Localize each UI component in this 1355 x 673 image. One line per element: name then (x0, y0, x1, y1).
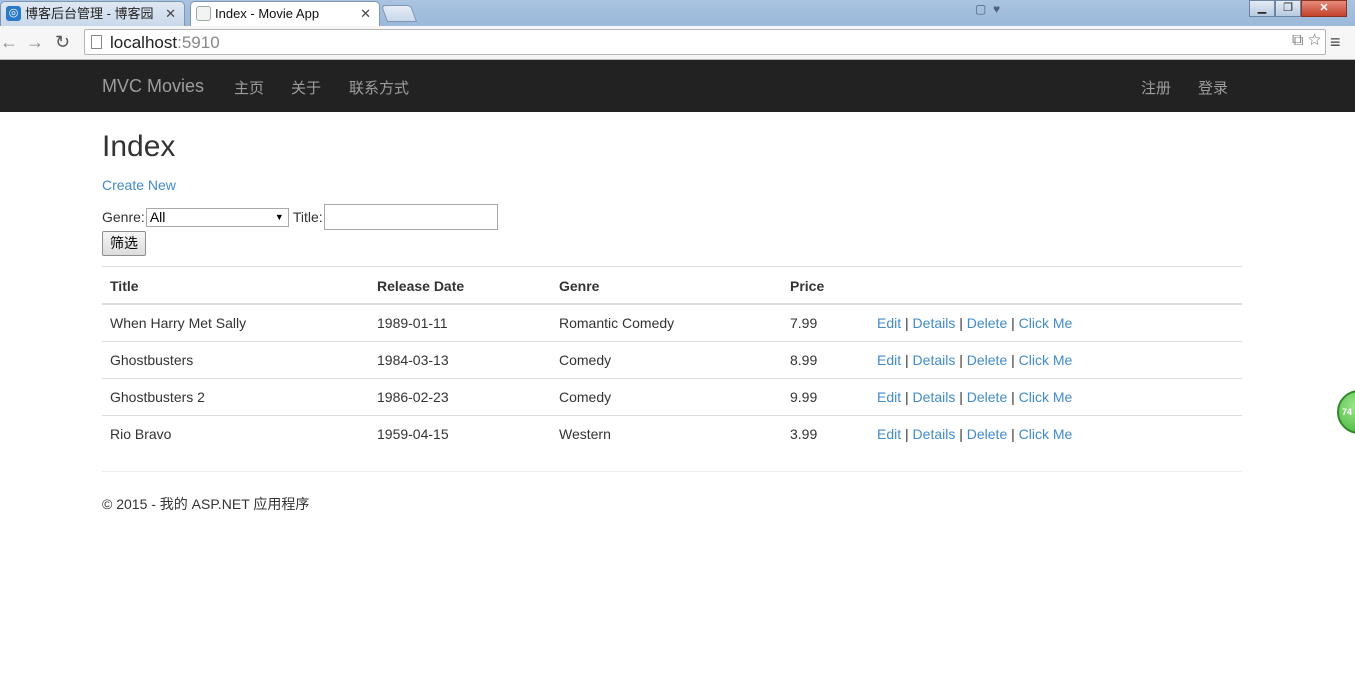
reload-icon[interactable]: ↻ (55, 32, 70, 52)
cell-actions: Edit | Details | Delete | Click Me (877, 315, 1073, 331)
table-row: When Harry Met Sally 1989-01-11 Romantic… (102, 304, 1242, 342)
address-bar[interactable]: localhost:5910 ⧉ ☆ (84, 29, 1326, 55)
details-link[interactable]: Details (913, 426, 956, 442)
browser-tabstrip: ◎ 博客后台管理 - 博客园 ✕ Index - Movie App ✕ ▢ ♥… (0, 0, 1355, 26)
edit-link[interactable]: Edit (877, 352, 901, 368)
table-row: Rio Bravo 1959-04-15 Western 3.99 Edit |… (102, 415, 1242, 452)
tab-label: 博客后台管理 - 博客园 (25, 6, 154, 21)
cell-release-date: 1989-01-11 (377, 315, 448, 331)
window-controls: ▁ ❐ ✕ (1249, 0, 1347, 18)
tab-label: Index - Movie App (215, 6, 320, 21)
header-release-date: Release Date (369, 266, 551, 305)
cell-actions: Edit | Details | Delete | Click Me (869, 415, 1242, 452)
page-icon (196, 6, 211, 21)
click-me-link[interactable]: Click Me (1019, 426, 1073, 442)
minimize-button[interactable]: ▁ (1249, 0, 1275, 17)
cell-genre: Romantic Comedy (559, 315, 675, 331)
browser-tab-movie-app[interactable]: Index - Movie App ✕ (190, 1, 380, 26)
cnblogs-icon: ◎ (6, 6, 21, 21)
details-link[interactable]: Details (913, 352, 956, 368)
edit-link[interactable]: Edit (877, 426, 901, 442)
site-navbar: MVC Movies 主页 关于 联系方式 注册 登录 (0, 60, 1355, 112)
details-link[interactable]: Details (913, 389, 956, 405)
cell-title: When Harry Met Sally (110, 315, 247, 331)
create-new-link[interactable]: Create New (102, 177, 176, 193)
browser-tab-blog[interactable]: ◎ 博客后台管理 - 博客园 ✕ (0, 1, 185, 26)
click-me-link[interactable]: Click Me (1019, 352, 1073, 368)
cell-actions: Edit | Details | Delete | Click Me (869, 378, 1242, 416)
nav-login[interactable]: 登录 (1198, 77, 1228, 98)
cell-genre: Comedy (551, 378, 782, 416)
cell-title: Ghostbusters 2 (102, 378, 369, 416)
cell-price: 7.99 (790, 315, 818, 331)
forward-arrow-icon[interactable]: → (26, 32, 44, 52)
title-label: Title: (292, 209, 323, 225)
nav-about[interactable]: 关于 (291, 77, 321, 98)
table-row: Ghostbusters 2 1986-02-23 Comedy 9.99 Ed… (102, 378, 1242, 416)
cell-price: 3.99 (782, 415, 869, 452)
brand-link[interactable]: MVC Movies (102, 76, 204, 97)
back-arrow-icon[interactable]: ← (0, 32, 18, 52)
close-window-button[interactable]: ✕ (1301, 0, 1347, 17)
nav-contact[interactable]: 联系方式 (349, 77, 409, 98)
click-me-link[interactable]: Click Me (1019, 315, 1073, 331)
cell-title: Ghostbusters (102, 341, 369, 379)
nav-register[interactable]: 注册 (1141, 77, 1171, 98)
close-tab-icon[interactable]: ✕ (165, 2, 176, 25)
edit-link[interactable]: Edit (877, 315, 901, 331)
filter-form: Genre: All ▼ Title: (102, 204, 498, 230)
cell-genre: Comedy (551, 341, 782, 379)
delete-link[interactable]: Delete (967, 352, 1007, 368)
edit-link[interactable]: Edit (877, 389, 901, 405)
cell-price: 8.99 (782, 341, 869, 379)
cell-genre: Western (551, 415, 782, 452)
new-tab-button[interactable] (380, 5, 418, 22)
cell-price: 9.99 (782, 378, 869, 416)
genre-label: Genre: (102, 209, 145, 225)
floating-widget-badge[interactable]: 74 (1337, 390, 1355, 434)
translate-icon[interactable]: ⧉ (1292, 32, 1303, 49)
footer-copyright: © 2015 - 我的 ASP.NET 应用程序 (102, 496, 310, 512)
maximize-button[interactable]: ❐ (1275, 0, 1301, 17)
details-link[interactable]: Details (913, 315, 956, 331)
cell-actions: Edit | Details | Delete | Click Me (869, 341, 1242, 379)
nav-home[interactable]: 主页 (234, 77, 264, 98)
dropdown-arrow-icon: ▼ (274, 211, 284, 222)
address-url: localhost:5910 (110, 33, 220, 52)
genre-select[interactable]: All ▼ (145, 207, 289, 227)
bookmark-star-icon[interactable]: ☆ (1308, 32, 1321, 49)
movies-table: Title Release Date Genre Price When Harr… (102, 266, 1242, 452)
cell-release-date: 1984-03-13 (369, 341, 551, 379)
page-icon (91, 35, 102, 49)
header-title: Title (102, 266, 369, 305)
header-genre: Genre (551, 266, 782, 305)
tray-icons: ▢ ♥ (975, 2, 1007, 16)
cell-release-date: 1986-02-23 (369, 378, 551, 416)
title-search-input[interactable] (323, 204, 498, 230)
movies-table-body: When Harry Met Sally 1989-01-11 Romantic… (102, 304, 1242, 452)
cell-title: Rio Bravo (102, 415, 369, 452)
cell-release-date: 1959-04-15 (369, 415, 551, 452)
close-tab-icon[interactable]: ✕ (360, 2, 371, 25)
footer-divider (102, 471, 1242, 472)
click-me-link[interactable]: Click Me (1019, 389, 1073, 405)
table-header-row: Title Release Date Genre Price (102, 266, 1242, 305)
hamburger-menu-icon[interactable]: ≡ (1330, 33, 1348, 51)
delete-link[interactable]: Delete (967, 389, 1007, 405)
page-title: Index (102, 130, 176, 163)
table-row: Ghostbusters 1984-03-13 Comedy 8.99 Edit… (102, 341, 1242, 379)
header-price: Price (782, 266, 869, 305)
browser-toolbar: ← → ↻ localhost:5910 ⧉ ☆ (0, 26, 1355, 60)
header-actions (869, 266, 1242, 305)
delete-link[interactable]: Delete (967, 426, 1007, 442)
delete-link[interactable]: Delete (967, 315, 1007, 331)
filter-button[interactable]: 筛选 (102, 231, 146, 256)
